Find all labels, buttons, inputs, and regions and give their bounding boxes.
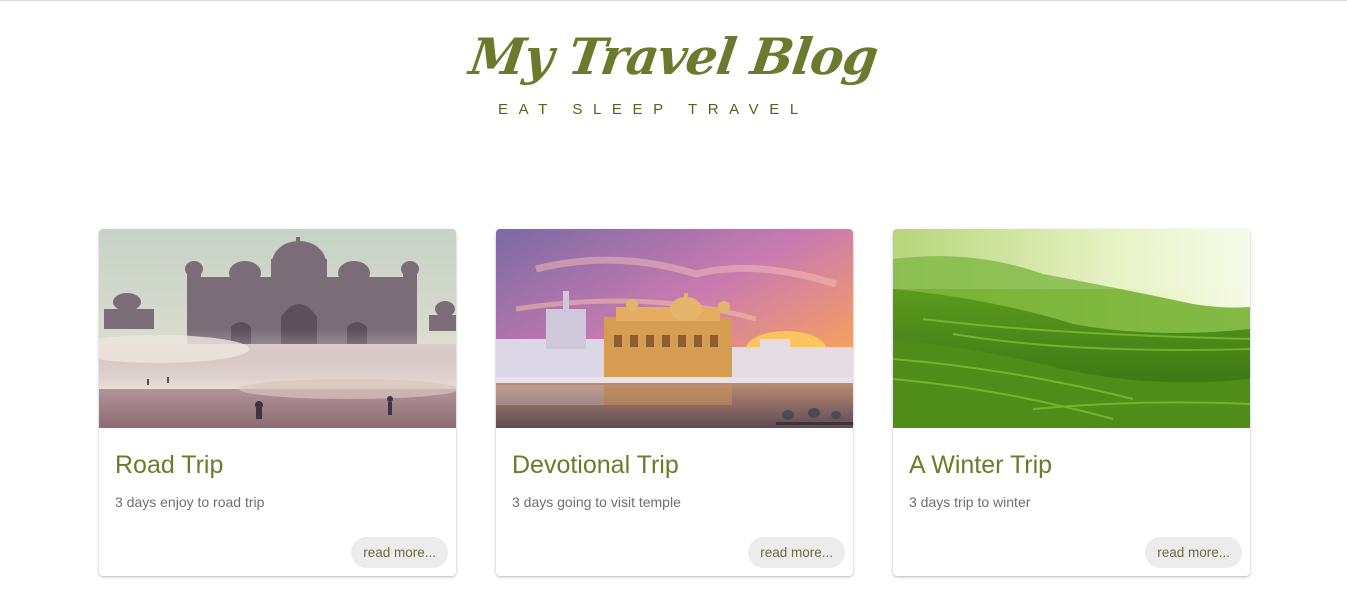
card-title: Devotional Trip (512, 451, 679, 479)
card-title: Road Trip (115, 451, 224, 479)
top-divider (0, 0, 1347, 1)
card-image-taj-mahal[interactable] (99, 229, 456, 428)
site-logo[interactable]: My Travel Blog (465, 22, 882, 92)
card-road-trip: Road Trip 3 days enjoy to road trip read… (99, 229, 456, 576)
card-winter-trip: A Winter Trip 3 days trip to winter read… (893, 229, 1250, 576)
card-devotional-trip: Devotional Trip 3 days going to visit te… (496, 229, 853, 576)
card-image-tea-plantation[interactable] (893, 229, 1250, 428)
card-image-golden-temple[interactable] (496, 229, 853, 428)
card-description: 3 days trip to winter (909, 494, 1031, 510)
read-more-button[interactable]: read more... (748, 537, 845, 568)
taj-mahal-image (99, 229, 456, 428)
card-description: 3 days enjoy to road trip (115, 494, 265, 510)
read-more-button[interactable]: read more... (351, 537, 448, 568)
site-header: My Travel Blog (0, 22, 1347, 92)
golden-temple-image (496, 229, 853, 428)
card-description: 3 days going to visit temple (512, 494, 681, 510)
card-title: A Winter Trip (909, 451, 1053, 479)
read-more-button[interactable]: read more... (1145, 537, 1242, 568)
site-tagline: EAT SLEEP TRAVEL (498, 101, 809, 118)
tea-plantation-image (893, 229, 1250, 428)
